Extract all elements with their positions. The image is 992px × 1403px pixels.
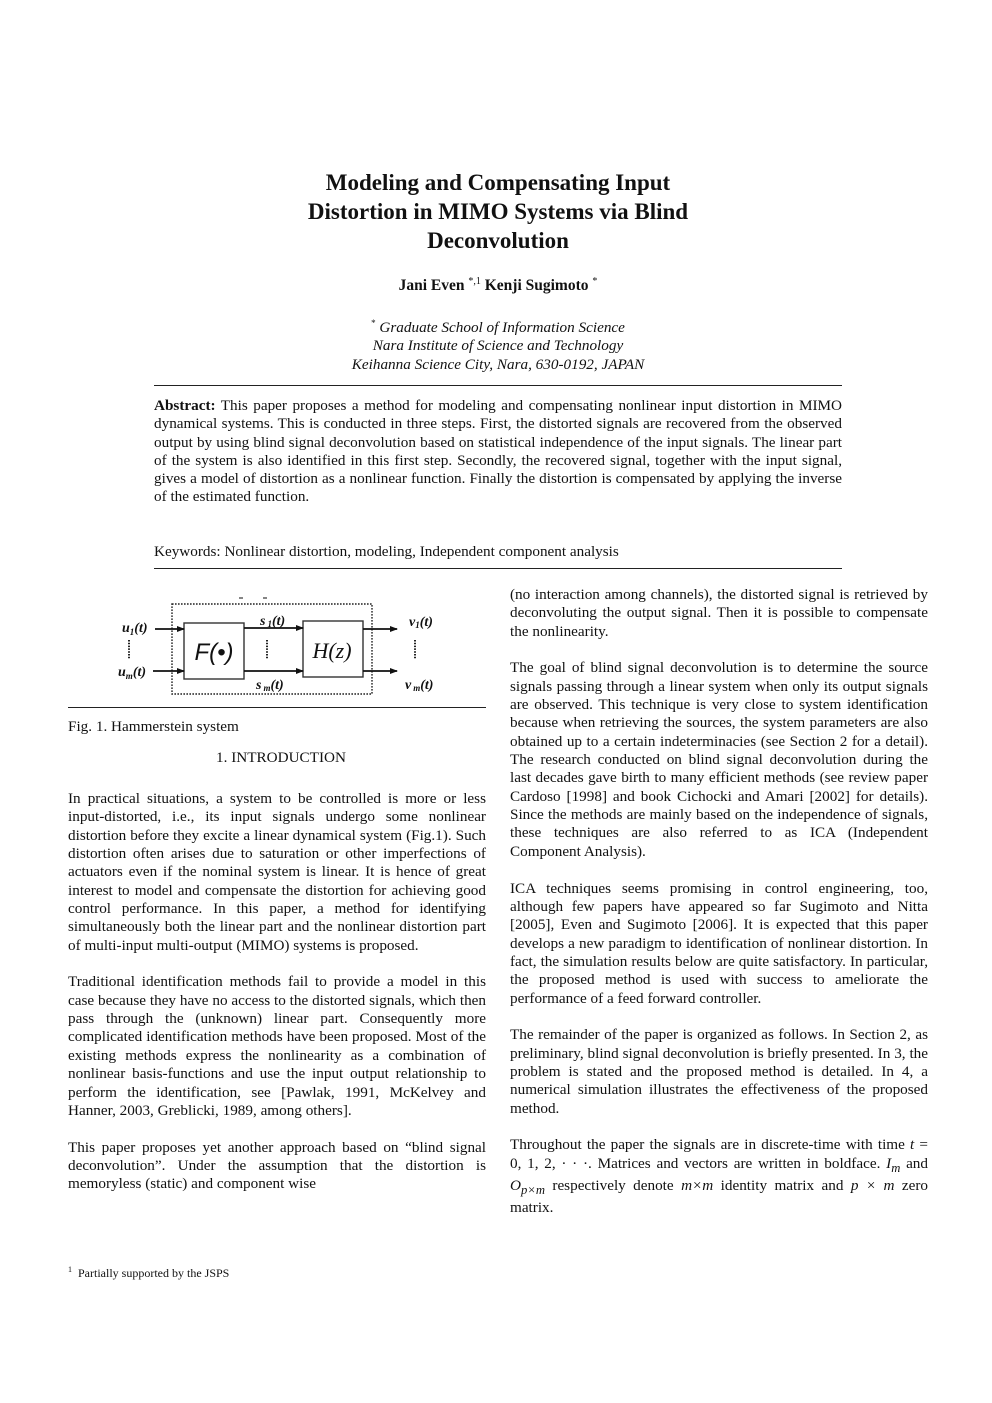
abstract-top-rule bbox=[154, 385, 842, 387]
math-pxm: p × m bbox=[850, 1177, 895, 1195]
abstract-label: Abstract: bbox=[154, 397, 216, 414]
internal-label-first: s 1(t) bbox=[259, 614, 285, 629]
author-mark: *,1 bbox=[468, 276, 481, 287]
section-heading: 1. INTRODUCTION bbox=[68, 749, 494, 767]
paper-title: Modeling and Compensating Input Distorti… bbox=[200, 168, 796, 255]
affiliation-mark: * bbox=[371, 318, 376, 328]
abstract-bottom-rule bbox=[154, 568, 842, 570]
paragraph: ICA techniques seems promising in contro… bbox=[510, 879, 928, 1007]
affiliation: * Graduate School of Information Science… bbox=[200, 314, 796, 374]
left-column: In practical situations, a system to be … bbox=[68, 790, 486, 1194]
paragraph: In practical situations, a system to be … bbox=[68, 790, 486, 954]
paragraph: Traditional identification methods fail … bbox=[68, 973, 486, 1119]
paragraph-notation: Throughout the paper the signals are in … bbox=[510, 1136, 929, 1217]
abstract: Abstract: This paper proposes a method f… bbox=[154, 397, 842, 507]
affiliation-line: Graduate School of Information Science bbox=[379, 319, 625, 337]
author-name: Kenji Sugimoto bbox=[484, 277, 589, 295]
footnote-mark: 1 bbox=[68, 1265, 72, 1274]
math-zero: O bbox=[510, 1177, 521, 1195]
title-line: Deconvolution bbox=[427, 228, 569, 253]
figure-rule bbox=[68, 707, 486, 709]
keywords: Keywords: Nonlinear distortion, modeling… bbox=[154, 543, 619, 560]
title-line: Distortion in MIMO Systems via Blind bbox=[307, 199, 689, 224]
footnote: 1 Partially supported by the JSPS bbox=[68, 1265, 229, 1281]
math-mxm: m×m bbox=[681, 1177, 714, 1195]
affiliation-line: Nara Institute of Science and Technology bbox=[372, 337, 624, 355]
right-column: (no interaction among channels), the dis… bbox=[510, 586, 928, 1218]
author-list: Jani Even *,1 Kenji Sugimoto * bbox=[200, 276, 796, 295]
abstract-text: This paper proposes a method for modelin… bbox=[154, 397, 842, 506]
figure-hammerstein-system: F(•) H(z) u1(t) um(t) s 1(t) s m(t) v1(t) … bbox=[110, 590, 450, 702]
author-name: Jani Even bbox=[398, 277, 465, 295]
title-line: Modeling and Compensating Input bbox=[325, 170, 671, 195]
input-label-last: um(t) bbox=[118, 665, 146, 681]
affiliation-line: Keihanna Science City, Nara, 630-0192, J… bbox=[351, 355, 645, 373]
section-number: 1. bbox=[216, 749, 228, 766]
paragraph: This paper proposes yet another approach… bbox=[68, 1138, 486, 1193]
footnote-text: Partially supported by the JSPS bbox=[78, 1266, 230, 1280]
figure-caption: Fig. 1. Hammerstein system bbox=[68, 718, 239, 735]
output-label-last: v m(t) bbox=[405, 678, 433, 693]
block-diagram: F(•) H(z) u1(t) um(t) s 1(t) s m(t) v1(t) … bbox=[118, 597, 433, 695]
author-mark: * bbox=[592, 276, 598, 287]
paragraph: (no interaction among channels), the dis… bbox=[510, 586, 928, 640]
paragraph: The goal of blind signal deconvolution i… bbox=[510, 659, 928, 860]
paragraph: The remainder of the paper is organized … bbox=[510, 1026, 928, 1117]
internal-label-last: s m(t) bbox=[255, 678, 284, 693]
output-label-first: v1(t) bbox=[409, 615, 433, 630]
linear-block-label: H(z) bbox=[311, 638, 351, 663]
section-title: INTRODUCTION bbox=[231, 749, 346, 766]
nonlinear-block-label: F(•) bbox=[194, 639, 233, 666]
input-label-first: u1(t) bbox=[122, 621, 148, 637]
